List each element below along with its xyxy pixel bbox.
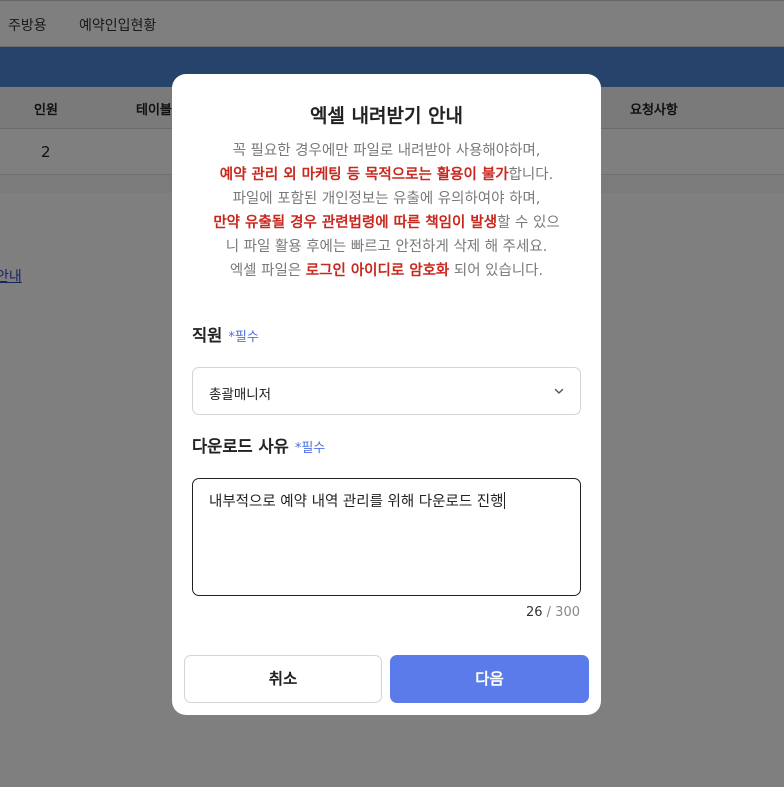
required-marker: *필수: [294, 441, 326, 456]
reason-text: 내부적으로 예약 내역 관리를 위해 다운로드 진행: [209, 490, 506, 511]
text-caret: [504, 492, 506, 509]
notice-line: 니 파일 활용 후에는 빠르고 안전하게 삭제 해 주세요.: [225, 239, 548, 255]
notice-text: 되어 있습니다.: [449, 263, 544, 279]
required-marker: *필수: [228, 330, 259, 345]
download-notice: 꼭 필요한 경우에만 파일로 내려받아 사용해야하며, 예약 관리 외 마케팅 …: [172, 139, 601, 283]
reason-textarea[interactable]: 내부적으로 예약 내역 관리를 위해 다운로드 진행: [192, 478, 581, 596]
chevron-down-icon: [554, 388, 564, 394]
reason-label-text: 다운로드 사유: [192, 437, 289, 456]
notice-text: 엑셀 파일은: [229, 263, 306, 279]
notice-line: 파일에 포함된 개인정보는 유출에 유의하여야 하며,: [232, 191, 541, 207]
notice-line: 엑셀 파일은 로그인 아이디로 암호화 되어 있습니다.: [172, 259, 601, 283]
staff-select-value: 총괄매니저: [209, 387, 272, 403]
reason-value: 내부적으로 예약 내역 관리를 위해 다운로드 진행: [209, 494, 504, 510]
staff-label-text: 직원: [192, 326, 223, 345]
notice-text: 할 수 있으: [497, 215, 560, 231]
staff-select[interactable]: 총괄매니저: [192, 367, 581, 415]
char-count-current: 26: [525, 605, 543, 620]
char-count-max: 300: [555, 605, 580, 620]
notice-warning: 만약 유출될 경우 관련법령에 따른 책임이 발생: [213, 215, 498, 231]
char-count-separator: /: [542, 605, 556, 620]
char-counter: 26 / 300: [526, 605, 580, 620]
notice-text: 합니다.: [508, 167, 554, 183]
notice-line: 예약 관리 외 마케팅 등 목적으로는 활용이 불가합니다.: [172, 163, 601, 187]
dialog-title: 엑셀 내려받기 안내: [309, 105, 464, 127]
notice-line: 꼭 필요한 경우에만 파일로 내려받아 사용해야하며,: [232, 143, 541, 159]
notice-warning: 로그인 아이디로 암호화: [305, 263, 450, 279]
staff-label: 직원 *필수: [192, 322, 259, 346]
notice-warning: 예약 관리 외 마케팅 등 목적으로는 활용이 불가: [219, 167, 509, 183]
reason-label: 다운로드 사유 *필수: [192, 433, 325, 457]
next-button[interactable]: 다음: [390, 655, 589, 703]
notice-line: 만약 유출될 경우 관련법령에 따른 책임이 발생할 수 있으: [172, 211, 601, 235]
excel-download-dialog: 엑셀 내려받기 안내 꼭 필요한 경우에만 파일로 내려받아 사용해야하며, 예…: [172, 74, 601, 715]
cancel-button[interactable]: 취소: [184, 655, 382, 703]
